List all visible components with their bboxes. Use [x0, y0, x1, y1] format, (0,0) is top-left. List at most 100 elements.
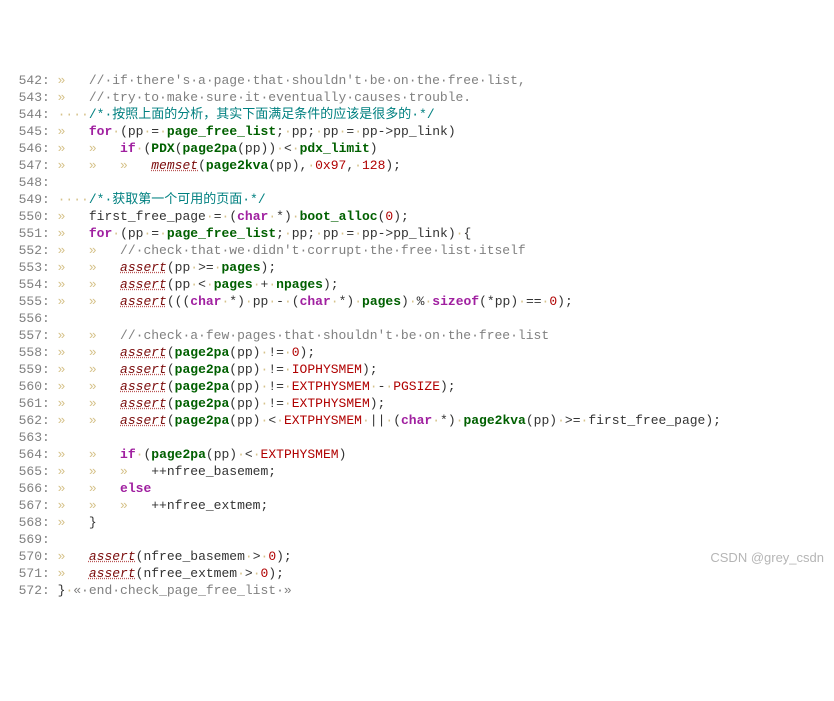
code-token: ); [362, 362, 378, 377]
line-number: 561 [0, 395, 42, 412]
code-token: = [151, 124, 159, 139]
code-token: 0 [549, 294, 557, 309]
code-token: · [284, 226, 292, 241]
code-token: · [237, 447, 245, 462]
code-token: /*·获取第一个可用的页面·*/ [89, 192, 266, 207]
code-token: · [65, 583, 73, 598]
code-token: = [151, 226, 159, 241]
code-token: { [463, 226, 471, 241]
line-number: 550 [0, 208, 42, 225]
code-token: page2kva [463, 413, 525, 428]
code-token: ) [370, 141, 378, 156]
code-token: pp->pp_link) [362, 124, 456, 139]
code-token: (pp) [526, 413, 557, 428]
code-token: - [276, 294, 284, 309]
code-token: assert [120, 294, 167, 309]
code-token: ; [276, 226, 284, 241]
line-number: 563 [0, 429, 42, 446]
code-token: assert [89, 549, 136, 564]
code-token: sizeof [432, 294, 479, 309]
line-number: 557 [0, 327, 42, 344]
code-token: (pp [120, 226, 143, 241]
code-token: || [370, 413, 386, 428]
code-token: ); [276, 549, 292, 564]
code-token: · [354, 294, 362, 309]
code-token: · [253, 277, 261, 292]
code-token: · [112, 226, 120, 241]
code-token: < [284, 141, 292, 156]
code-token: ( [229, 209, 237, 224]
code-token: ( [167, 362, 175, 377]
code-token: pp; [292, 226, 315, 241]
code-token: · [284, 362, 292, 377]
code-token: · [432, 413, 440, 428]
code-token: «·end·check_page_free_list·» [73, 583, 291, 598]
code-token: · [159, 226, 167, 241]
code-token: //·try·to·make·sure·it·eventually·causes… [89, 90, 471, 105]
code-token: page2kva [206, 158, 268, 173]
line-number: 552 [0, 242, 42, 259]
code-token: EXTPHYSMEM [261, 447, 339, 462]
indentation: ···· [58, 192, 89, 207]
code-token: != [268, 362, 284, 377]
line-number: 542 [0, 72, 42, 89]
code-token: assert [120, 345, 167, 360]
code-token: · [190, 260, 198, 275]
code-token: >= [198, 260, 214, 275]
code-token: //·check·that·we·didn't·corrupt·the·free… [120, 243, 526, 258]
code-token: PDX [151, 141, 174, 156]
code-token: 0 [261, 566, 269, 581]
code-token: · [206, 209, 214, 224]
code-token: · [159, 124, 167, 139]
code-token: · [284, 124, 292, 139]
code-token: · [370, 379, 378, 394]
indentation: » » [58, 141, 120, 156]
code-token: page_free_list [167, 226, 276, 241]
line-number: 566 [0, 480, 42, 497]
code-token: · [354, 158, 362, 173]
code-token: · [112, 124, 120, 139]
indentation: » [58, 209, 89, 224]
indentation: » » [58, 243, 120, 258]
code-token: pp; [292, 124, 315, 139]
code-token: boot_alloc [300, 209, 378, 224]
line-number: 555 [0, 293, 42, 310]
code-token: (pp) [229, 413, 260, 428]
line-number: 554 [0, 276, 42, 293]
code-token: · [245, 294, 253, 309]
code-editor[interactable]: 542: » //·if·there's·a·page·that·shouldn… [0, 72, 834, 599]
indentation: » [58, 566, 89, 581]
line-number: 572 [0, 582, 42, 599]
watermark: CSDN @grey_csdn [710, 549, 824, 566]
code-token: EXTPHYSMEM [292, 396, 370, 411]
code-token: (pp [167, 277, 190, 292]
code-token: (pp) [206, 447, 237, 462]
code-token: *) [229, 294, 245, 309]
code-token: if [120, 447, 136, 462]
indentation: » [58, 515, 89, 530]
indentation: » [58, 549, 89, 564]
code-token: char [401, 413, 432, 428]
indentation: » » » [58, 498, 152, 513]
code-token: · [268, 277, 276, 292]
code-token: EXTPHYSMEM [284, 413, 362, 428]
code-token: for [89, 226, 112, 241]
line-number: 560 [0, 378, 42, 395]
code-token: · [557, 413, 565, 428]
indentation: » [58, 124, 89, 139]
line-number: 565 [0, 463, 42, 480]
code-token: (pp), [268, 158, 307, 173]
indentation: » » » [58, 464, 152, 479]
code-token: (pp) [229, 345, 260, 360]
code-token: < [268, 413, 276, 428]
code-token: /*·按照上面的分析，其实下面满足条件的应该是很多的·*/ [89, 107, 435, 122]
code-token: ((( [167, 294, 190, 309]
line-number: 558 [0, 344, 42, 361]
code-token: 0 [292, 345, 300, 360]
code-token: ( [393, 413, 401, 428]
code-token: //·if·there's·a·page·that·shouldn't·be·o… [89, 73, 526, 88]
code-token: *) [339, 294, 355, 309]
indentation: » » [58, 447, 120, 462]
code-token: EXTPHYSMEM [292, 379, 370, 394]
code-token: assert [120, 413, 167, 428]
